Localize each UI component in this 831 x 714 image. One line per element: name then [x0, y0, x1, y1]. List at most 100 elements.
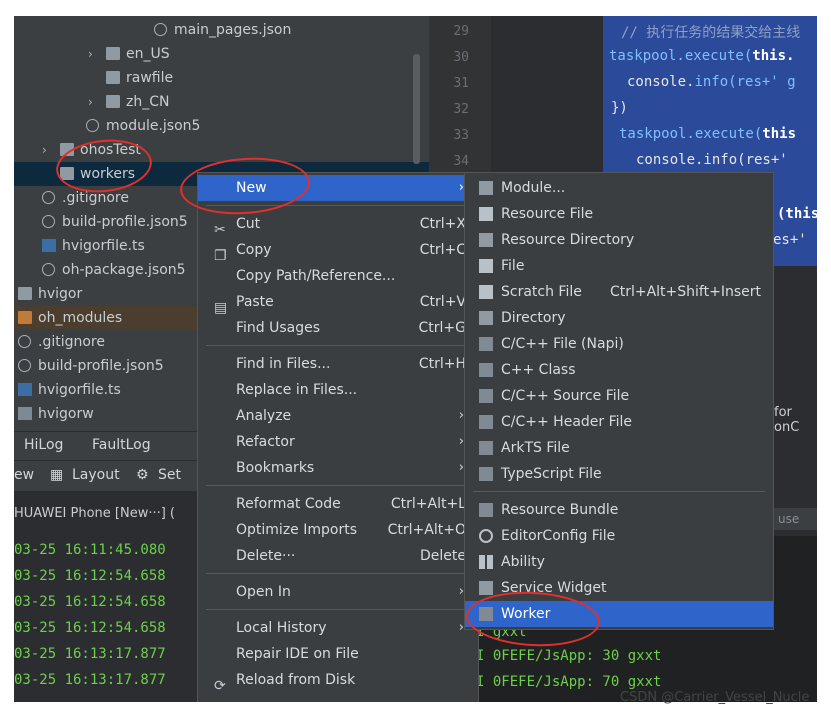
settings-button[interactable]: Set: [158, 467, 181, 483]
tree-item-label: build-profile.json5: [38, 358, 164, 374]
menu-item-shortcut: Ctrl+V: [419, 294, 466, 310]
menu-item-label: Delete···: [236, 548, 296, 564]
menu-item-label: Cut: [236, 216, 261, 232]
tab-hilog[interactable]: HiLog: [24, 437, 63, 453]
menu-item-shortcut: Ctrl+C: [419, 242, 466, 258]
tree-item-label: hvigorfile.ts: [62, 238, 145, 254]
code-line-37: es+': [773, 232, 807, 248]
submenu-item-directory[interactable]: Directory: [465, 305, 773, 331]
code-line-31: console.info(res+' g: [627, 74, 796, 90]
chevron-right-icon[interactable]: ›: [88, 42, 98, 66]
menu-item-open-in[interactable]: Open In ›: [198, 579, 478, 605]
log-line: I 0FEFE/JsApp: 30 gxxt: [476, 648, 662, 664]
folder-icon: [106, 71, 120, 84]
menu-item-paste[interactable]: ▤ Paste Ctrl+V: [198, 289, 478, 316]
menu-item-find-usages[interactable]: Find Usages Ctrl+G: [198, 315, 478, 341]
submenu-item-label: TypeScript File: [501, 466, 602, 482]
submenu-item-c-c++-header-file[interactable]: C/C++ Header File: [465, 409, 773, 435]
tree-item-label: .gitignore: [38, 334, 105, 350]
menu-item-label: Paste: [236, 294, 274, 310]
submenu-item-c-c++-file-napi[interactable]: C/C++ File (Napi): [465, 331, 773, 357]
context-menu: New › ✂ Cut Ctrl+X ❐ Copy Ctrl+C Copy Path/Refer…: [197, 172, 479, 702]
menu-item-bookmarks[interactable]: Bookmarks ›: [198, 455, 478, 481]
log-line: I 0FEFE/JsApp: 70 gxxt: [476, 674, 662, 690]
folder-icon: [18, 287, 32, 300]
submenu-item-typescript-file[interactable]: TypeScript File: [465, 461, 773, 487]
submenu-item-label: ArkTS File: [501, 440, 570, 456]
file-icon: [479, 441, 493, 455]
menu-item-delete[interactable]: Delete··· Delete: [198, 543, 478, 569]
file-icon: [479, 363, 493, 377]
line-number: 32: [453, 102, 469, 117]
menu-item-optimize-imports[interactable]: Optimize Imports Ctrl+Alt+O: [198, 517, 478, 543]
submenu-item-arkts-file[interactable]: ArkTS File: [465, 435, 773, 461]
tree-scrollbar[interactable]: [413, 54, 420, 164]
grid-icon: [479, 555, 493, 569]
device-selector[interactable]: HUAWEI Phone [New···] (: [14, 506, 175, 521]
menu-item-label: Replace in Files...: [236, 382, 358, 398]
log-search-input[interactable]: use: [774, 508, 817, 530]
tab-faultlog[interactable]: FaultLog: [92, 437, 151, 453]
layout-button[interactable]: Layout: [72, 467, 120, 483]
tree-item[interactable]: module.json5: [14, 114, 434, 138]
file-icon: [479, 415, 493, 429]
submenu-item-resource-directory[interactable]: Resource Directory: [465, 227, 773, 253]
tree-item-label: module.json5: [106, 118, 201, 134]
file-icon: [479, 207, 493, 221]
submenu-item-c-c++-source-file[interactable]: C/C++ Source File: [465, 383, 773, 409]
submenu-item-file[interactable]: File: [465, 253, 773, 279]
menu-separator: [473, 491, 765, 492]
menu-item-reload-from-disk[interactable]: ⟳ Reload from Disk: [198, 667, 478, 694]
tree-item[interactable]: › en_US: [14, 42, 434, 66]
tree-item[interactable]: › zh_CN: [14, 90, 434, 114]
file-icon: [18, 383, 32, 396]
submenu-item-label: C/C++ File (Napi): [501, 336, 624, 352]
file-icon: [18, 335, 31, 348]
menu-item-shortcut: Ctrl+Alt+O: [387, 522, 466, 538]
tree-item-label: oh-package.json5: [62, 262, 186, 278]
chevron-right-icon[interactable]: ›: [88, 90, 98, 114]
submenu-item-c++-class[interactable]: C++ Class: [465, 357, 773, 383]
menu-item-find-in-files[interactable]: Find in Files... Ctrl+H: [198, 351, 478, 377]
layout-icon: ▦: [50, 467, 64, 483]
view-button[interactable]: ew: [14, 467, 34, 483]
submenu-item-label: Ability: [501, 554, 545, 570]
menu-item-shortcut: Ctrl+G: [418, 320, 467, 336]
menu-item-label: Local History: [236, 620, 327, 636]
file-icon: [42, 215, 55, 228]
submenu-item-resource-bundle[interactable]: Resource Bundle: [465, 497, 773, 523]
menu-item-refactor[interactable]: Refactor ›: [198, 429, 478, 455]
submenu-item-label: EditorConfig File: [501, 528, 616, 544]
submenu-item-editorconfig-file[interactable]: EditorConfig File: [465, 523, 773, 549]
chevron-right-icon[interactable]: ›: [42, 138, 52, 162]
menu-item-label: Reformat Code: [236, 496, 341, 512]
tree-item[interactable]: main_pages.json: [14, 18, 434, 42]
menu-item-icon: ⟳: [214, 678, 226, 694]
menu-separator: [206, 485, 470, 486]
menu-item-replace-in-files[interactable]: Replace in Files...: [198, 377, 478, 403]
menu-item-copy[interactable]: ❐ Copy Ctrl+C: [198, 237, 478, 264]
tree-item-label: main_pages.json: [174, 22, 292, 38]
menu-item-repair-ide-on-file[interactable]: Repair IDE on File: [198, 641, 478, 667]
menu-item-reformat-code[interactable]: Reformat Code Ctrl+Alt+L: [198, 491, 478, 517]
tree-item[interactable]: rawfile: [14, 66, 434, 90]
menu-item-cut[interactable]: ✂ Cut Ctrl+X: [198, 211, 478, 238]
submenu-item-module[interactable]: Module...: [465, 175, 773, 201]
menu-item-label: Copy: [236, 242, 272, 258]
code-line-30: taskpool.execute(this.: [609, 48, 795, 64]
submenu-item-ability[interactable]: Ability: [465, 549, 773, 575]
menu-item-label: Optimize Imports: [236, 522, 357, 538]
menu-item-analyze[interactable]: Analyze ›: [198, 403, 478, 429]
watermark: CSDN @Carrier_Vessel_Nucle: [620, 690, 810, 705]
line-number: 34: [453, 154, 469, 169]
folder-icon: [106, 95, 120, 108]
submenu-item-label: File: [501, 258, 525, 274]
submenu-item-scratch-file[interactable]: Scratch File Ctrl+Alt+Shift+Insert: [465, 279, 773, 305]
submenu-item-label: Directory: [501, 310, 566, 326]
folder-icon: [479, 233, 493, 247]
file-icon: [479, 467, 493, 481]
menu-item-local-history[interactable]: Local History ›: [198, 615, 478, 641]
submenu-item-resource-file[interactable]: Resource File: [465, 201, 773, 227]
menu-item-label: Find Usages: [236, 320, 321, 336]
menu-item-copy-path-reference[interactable]: Copy Path/Reference...: [198, 263, 478, 289]
